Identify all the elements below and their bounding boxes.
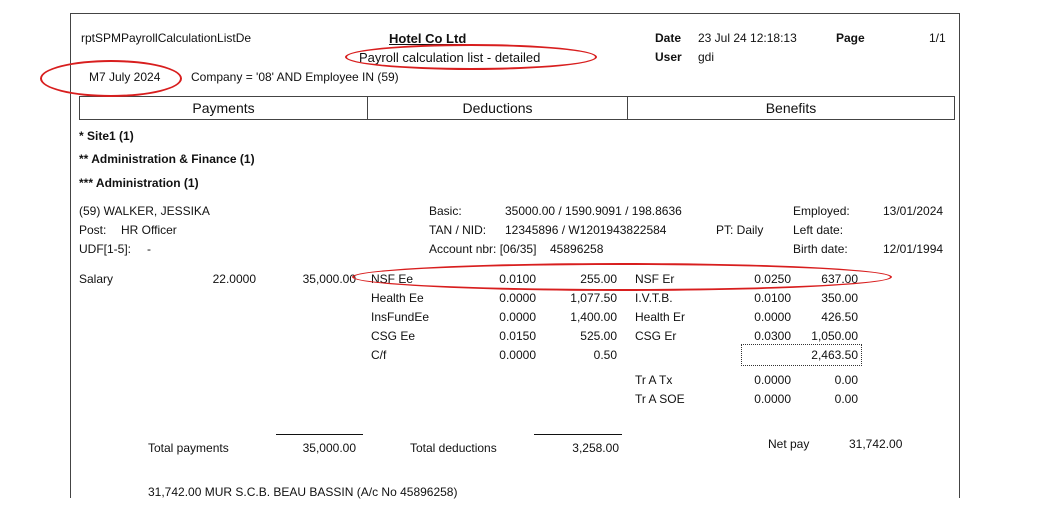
page-value: 1/1 — [929, 31, 946, 45]
payment-amount: 35,000.00 — [302, 272, 356, 286]
birth-label: Birth date: — [793, 242, 848, 256]
benefit-name: CSG Er — [635, 329, 677, 343]
benefits-subtotal: 2,463.50 — [811, 348, 858, 362]
section-headers: Payments Deductions Benefits — [79, 96, 955, 120]
benefit-amount: 1,050.00 — [811, 329, 858, 343]
date-label: Date — [655, 31, 682, 45]
deduction-rate: 0.0000 — [499, 291, 536, 305]
date-value: 23 Jul 24 12:18:13 — [698, 31, 797, 45]
section-payments: Payments — [80, 97, 368, 119]
deduction-rate: 0.0150 — [499, 329, 536, 343]
filter-criteria: Company = '08' AND Employee IN (59) — [191, 70, 399, 84]
deduction-name: CSG Ee — [371, 329, 416, 343]
benefit-amount: 350.00 — [821, 291, 858, 305]
benefit-name: Tr A Tx — [635, 373, 673, 387]
account-label: Account nbr: [06/35] — [429, 242, 537, 256]
total-payments-value: 35,000.00 — [302, 441, 356, 455]
deduction-amount: 525.00 — [580, 329, 617, 343]
deduction-amount: 0.50 — [593, 348, 617, 362]
left-date-label: Left date: — [793, 223, 844, 237]
user-value: gdi — [698, 50, 715, 64]
total-deductions-value: 3,258.00 — [572, 441, 619, 455]
highlight-oval-subtitle — [345, 44, 597, 70]
highlight-oval-nsf-row — [352, 263, 892, 291]
post-label: Post: — [79, 223, 107, 237]
total-deductions-label: Total deductions — [410, 441, 497, 455]
account-value: 45896258 — [550, 242, 604, 256]
deduction-rate: 0.0000 — [499, 310, 536, 324]
benefit-name: Health Er — [635, 310, 686, 324]
udf-label: UDF[1-5]: — [79, 242, 132, 256]
benefit-amount: 0.00 — [834, 373, 858, 387]
tan-label: TAN / NID: — [429, 223, 487, 237]
highlight-oval-period — [40, 60, 182, 97]
group-department: ** Administration & Finance (1) — [79, 152, 255, 166]
payroll-report: rptSPMPayrollCalculationListDe Hotel Co … — [70, 13, 960, 499]
user-label: User — [655, 50, 682, 64]
benefit-name: Tr A SOE — [635, 392, 685, 406]
udf-value: - — [147, 242, 151, 256]
employed-value: 13/01/2024 — [883, 204, 944, 218]
deduction-name: C/f — [371, 348, 387, 362]
employed-label: Employed: — [793, 204, 850, 218]
birth-value: 12/01/1994 — [883, 242, 944, 256]
payment-rate: 22.0000 — [212, 272, 256, 286]
group-section: *** Administration (1) — [79, 176, 199, 190]
deduction-amount: 1,077.50 — [570, 291, 617, 305]
bank-transfer-line: 31,742.00 MUR S.C.B. BEAU BASSIN (A/c No… — [148, 485, 458, 499]
payment-name: Salary — [79, 272, 114, 286]
total-deductions-rule — [534, 434, 622, 435]
net-pay-label: Net pay — [768, 437, 810, 451]
post-value: HR Officer — [121, 223, 177, 237]
basic-label: Basic: — [429, 204, 462, 218]
total-payments-rule — [276, 434, 363, 435]
section-deductions: Deductions — [368, 97, 628, 119]
deduction-name: Health Ee — [371, 291, 424, 305]
page-label: Page — [836, 31, 865, 45]
pt-type: PT: Daily — [716, 223, 764, 237]
basic-value: 35000.00 / 1590.9091 / 198.8636 — [505, 204, 682, 218]
section-benefits: Benefits — [765, 100, 817, 116]
report-id: rptSPMPayrollCalculationListDe — [81, 31, 252, 45]
deduction-name: InsFundEe — [371, 310, 430, 324]
tan-value: 12345896 / W1201943822584 — [505, 223, 667, 237]
net-pay-value: 31,742.00 — [849, 437, 903, 451]
benefit-amount: 426.50 — [821, 310, 858, 324]
benefit-amount: 0.00 — [834, 392, 858, 406]
deduction-amount: 1,400.00 — [570, 310, 617, 324]
deduction-rate: 0.0000 — [499, 348, 536, 362]
benefit-name: I.V.T.B. — [635, 291, 673, 305]
total-payments-label: Total payments — [148, 441, 229, 455]
group-site: * Site1 (1) — [79, 129, 134, 143]
employee-name: (59) WALKER, JESSIKA — [79, 204, 210, 218]
